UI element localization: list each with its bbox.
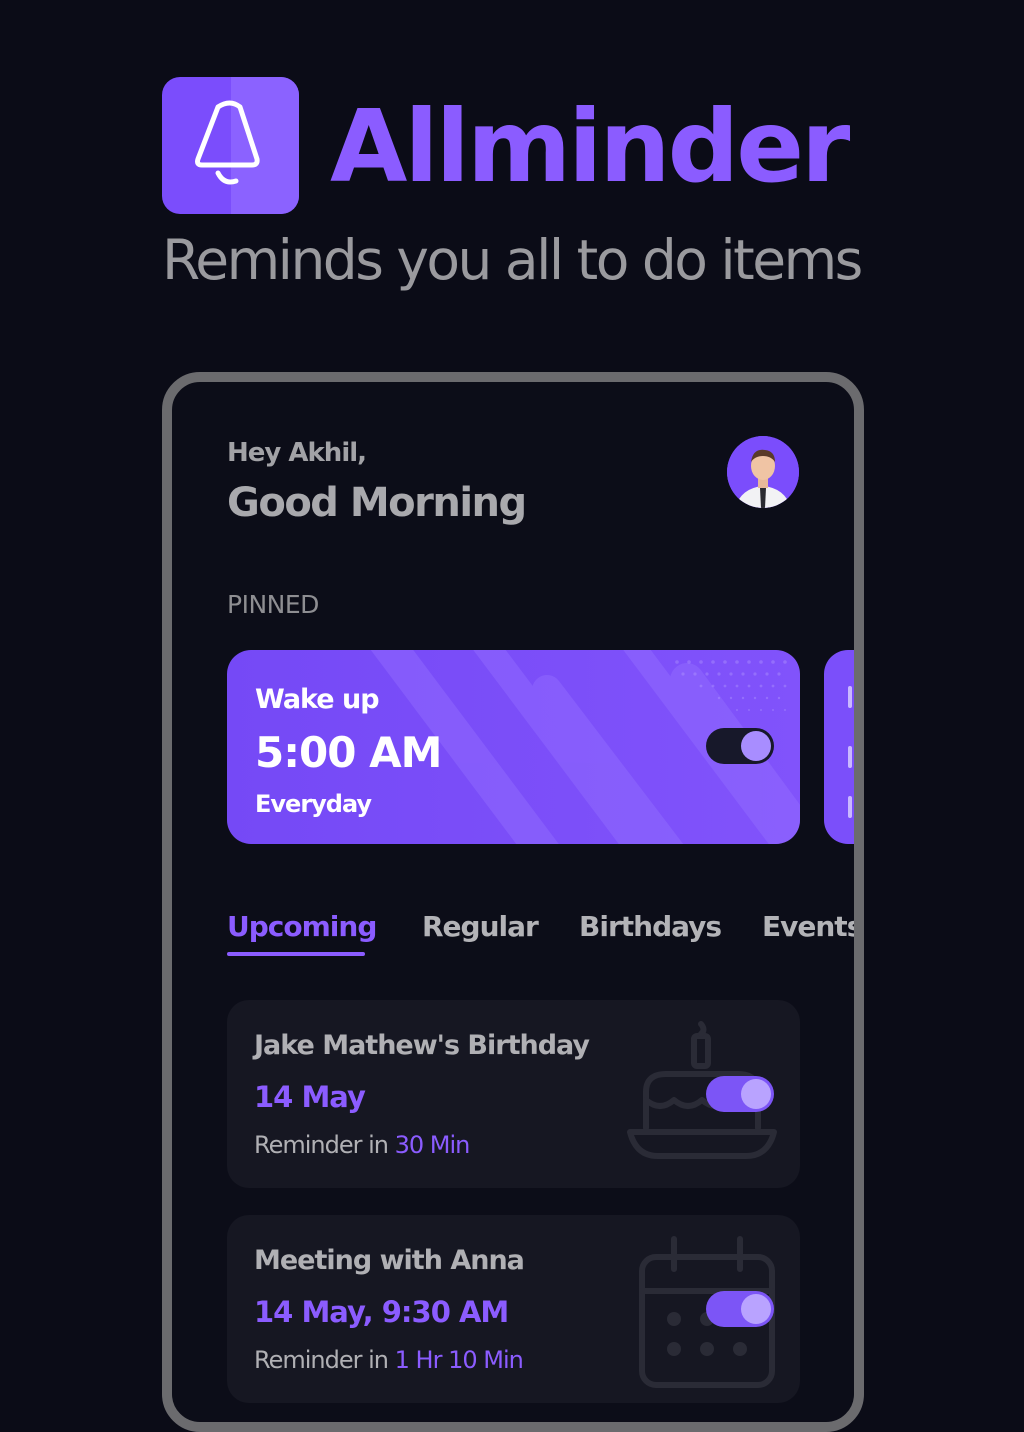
toggle-knob bbox=[741, 1079, 771, 1109]
reminder-countdown: Reminder in 1 Hr 10 Min bbox=[254, 1346, 524, 1374]
reminder-date: 14 May bbox=[254, 1080, 366, 1114]
reminder-countdown: Reminder in 30 Min bbox=[254, 1131, 471, 1159]
reminder-prefix: Reminder in bbox=[254, 1131, 389, 1159]
pinned-reminder-card[interactable]: Wake up 5:00 AM Everyday bbox=[227, 650, 800, 844]
avatar[interactable] bbox=[727, 436, 799, 508]
bell-icon bbox=[195, 100, 260, 185]
reminder-date: 14 May, 9:30 AM bbox=[254, 1295, 509, 1329]
pinned-section-label: PINNED bbox=[227, 590, 319, 619]
toggle-knob bbox=[741, 1294, 771, 1324]
app-logo bbox=[162, 77, 299, 214]
tab-events[interactable]: Events bbox=[762, 910, 854, 943]
reminder-card-birthday[interactable]: Jake Mathew's Birthday 14 May Reminder i… bbox=[227, 1000, 800, 1188]
reminder-value: 30 Min bbox=[394, 1131, 471, 1159]
reminder-title: Meeting with Anna bbox=[254, 1245, 525, 1276]
greeting-name: Hey Akhil, bbox=[227, 438, 367, 468]
user-photo-icon bbox=[727, 436, 799, 508]
pinned-time: 5:00 AM bbox=[255, 728, 442, 777]
tab-regular[interactable]: Regular bbox=[422, 910, 539, 943]
app-tagline: Reminds you all to do items bbox=[162, 228, 863, 292]
toggle-knob bbox=[741, 731, 771, 761]
greeting-title: Good Morning bbox=[227, 480, 527, 526]
pinned-repeat: Everyday bbox=[255, 790, 372, 818]
next-pinned-card[interactable] bbox=[824, 650, 854, 844]
reminder-prefix: Reminder in bbox=[254, 1346, 389, 1374]
reminder-title: Jake Mathew's Birthday bbox=[254, 1030, 590, 1061]
pinned-toggle[interactable] bbox=[706, 728, 774, 764]
category-tabs: Upcoming Regular Birthdays Events bbox=[227, 910, 854, 960]
active-tab-indicator bbox=[227, 952, 365, 956]
reminder-card-meeting[interactable]: Meeting with Anna 14 May, 9:30 AM Remind… bbox=[227, 1215, 800, 1403]
app-name: Allminder bbox=[330, 88, 850, 205]
reminder-toggle[interactable] bbox=[706, 1076, 774, 1112]
tab-birthdays[interactable]: Birthdays bbox=[579, 910, 722, 943]
phone-frame: Hey Akhil, Good Morning PINNED Wake up 5… bbox=[162, 372, 864, 1432]
pinned-title: Wake up bbox=[255, 684, 380, 715]
tab-upcoming[interactable]: Upcoming bbox=[227, 910, 377, 943]
reminder-value: 1 Hr 10 Min bbox=[394, 1346, 524, 1374]
reminder-toggle[interactable] bbox=[706, 1291, 774, 1327]
